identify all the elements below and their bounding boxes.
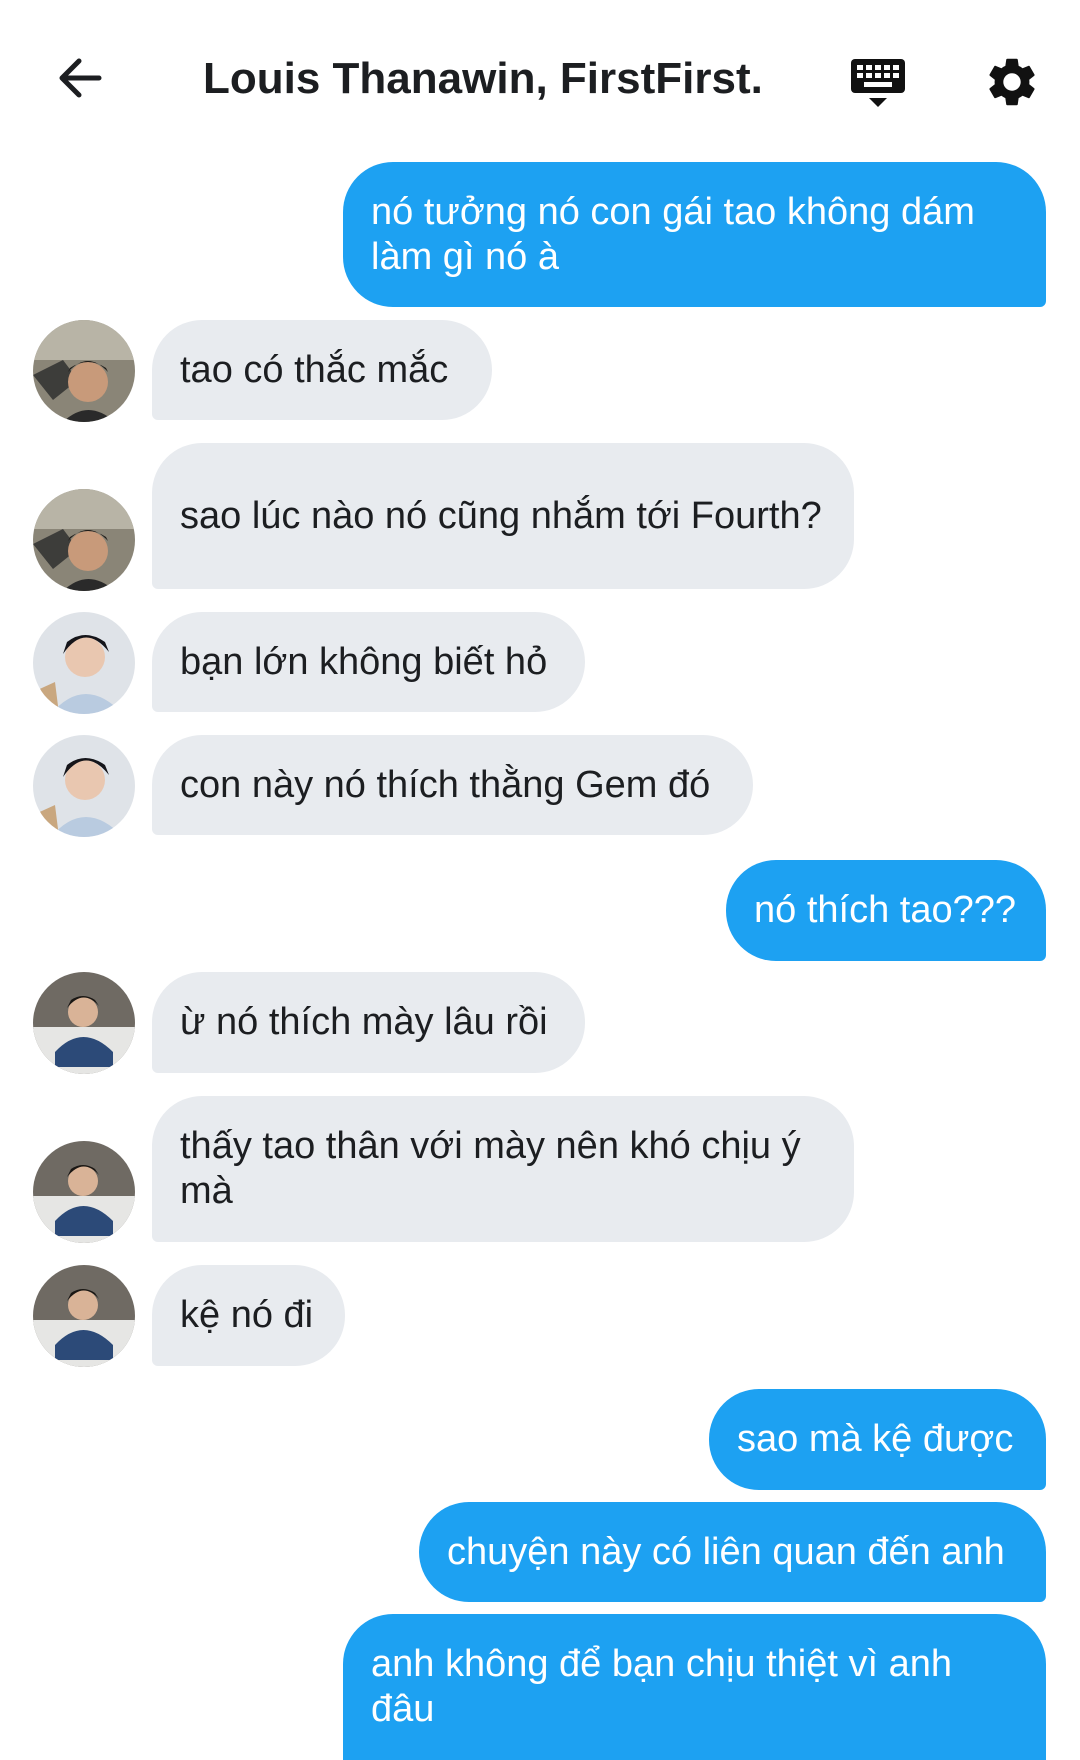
avatar[interactable] [33, 1141, 135, 1243]
outgoing-message[interactable]: nó thích tao??? [726, 860, 1046, 961]
outgoing-message[interactable]: anh không để bạn chịu thiệt vì anh đâu [343, 1614, 1046, 1760]
incoming-message[interactable]: ừ nó thích mày lâu rồi [152, 972, 585, 1073]
avatar[interactable] [33, 1265, 135, 1367]
avatar[interactable] [33, 735, 135, 837]
avatar[interactable] [33, 489, 135, 591]
chat-title[interactable]: Louis Thanawin, FirstFirst... [203, 50, 763, 108]
settings-button[interactable] [972, 42, 1052, 122]
avatar[interactable] [33, 972, 135, 1074]
keyboard-toggle-button[interactable] [838, 44, 918, 124]
incoming-message[interactable]: thấy tao thân với mày nên khó chịu ý mà [152, 1096, 854, 1242]
incoming-message[interactable]: con này nó thích thằng Gem đó [152, 735, 753, 835]
chat-header: Louis Thanawin, FirstFirst... [0, 0, 1080, 150]
arrow-left-icon [59, 58, 102, 98]
keyboard-icon [851, 59, 905, 107]
incoming-message[interactable]: bạn lớn không biết hỏ [152, 612, 585, 712]
outgoing-message[interactable]: chuyện này có liên quan đến anh [419, 1502, 1046, 1602]
incoming-message[interactable]: tao có thắc mắc [152, 320, 492, 420]
incoming-message[interactable]: sao lúc nào nó cũng nhắm tới Fourth? [152, 443, 854, 589]
gear-icon [989, 58, 1035, 106]
avatar[interactable] [33, 320, 135, 422]
back-button[interactable] [44, 42, 116, 114]
outgoing-message[interactable]: nó tưởng nó con gái tao không dám làm gì… [343, 162, 1046, 307]
incoming-message[interactable]: kệ nó đi [152, 1265, 345, 1366]
avatar[interactable] [33, 612, 135, 714]
outgoing-message[interactable]: sao mà kệ được [709, 1389, 1046, 1490]
